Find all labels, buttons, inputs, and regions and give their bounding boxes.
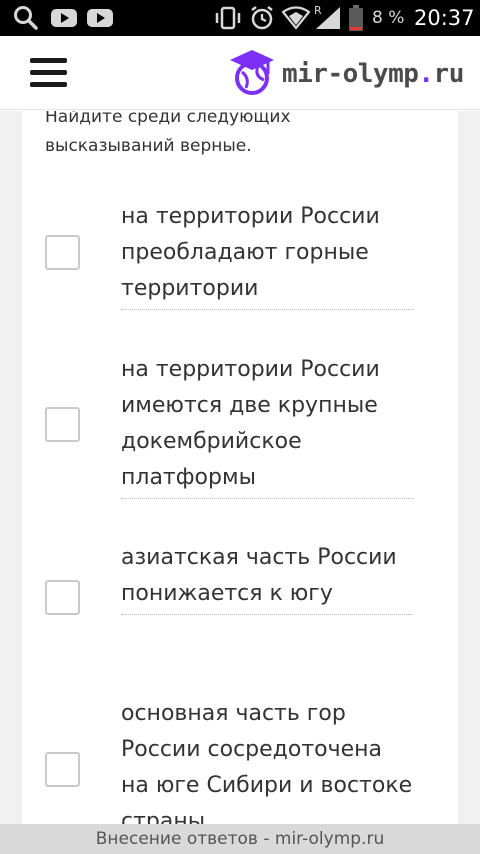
- answer-option[interactable]: на территории России имеются две крупные…: [45, 352, 435, 502]
- site-header: mir-olymp.ru: [0, 36, 480, 110]
- graduation-globe-icon: [230, 50, 274, 95]
- answer-label: основная часть гор России сосредоточена …: [121, 696, 413, 824]
- battery-icon: [348, 5, 364, 31]
- alarm-icon: [248, 5, 276, 31]
- question-text: Найдите среди следующих высказываний вер…: [45, 111, 291, 156]
- roaming-indicator: R: [314, 4, 322, 17]
- footer-banner: Внесение ответов - mir-olymp.ru: [0, 824, 480, 854]
- answer-label: на территории России преобладают горные …: [121, 199, 413, 310]
- search-icon: [12, 5, 40, 31]
- wifi-icon: [282, 5, 310, 31]
- vibrate-icon: [214, 5, 242, 31]
- answer-checkbox[interactable]: [45, 580, 80, 615]
- youtube-icon: [50, 5, 78, 31]
- answer-label: азиатская часть России понижается к югу: [121, 540, 413, 615]
- status-bar: R 8 % 20:37: [0, 0, 480, 36]
- page-content: Найдите среди следующих высказываний вер…: [0, 111, 480, 824]
- answer-checkbox[interactable]: [45, 752, 80, 787]
- answer-option[interactable]: основная часть гор России сосредоточена …: [45, 696, 435, 824]
- hamburger-menu-icon[interactable]: [30, 56, 68, 90]
- site-logo[interactable]: mir-olymp.ru: [228, 46, 464, 102]
- youtube-icon: [86, 5, 114, 31]
- answer-checkbox[interactable]: [45, 235, 80, 270]
- answer-checkbox[interactable]: [45, 407, 80, 442]
- answer-label: на территории России имеются две крупные…: [121, 352, 413, 499]
- question-card: Найдите среди следующих высказываний вер…: [22, 111, 458, 824]
- logo-text: mir-olymp.ru: [282, 59, 464, 89]
- answer-option[interactable]: азиатская часть России понижается к югу: [45, 540, 435, 660]
- battery-percent: 8 %: [372, 8, 405, 28]
- clock-time: 20:37: [414, 6, 475, 30]
- answer-option[interactable]: на территории России преобладают горные …: [45, 199, 435, 319]
